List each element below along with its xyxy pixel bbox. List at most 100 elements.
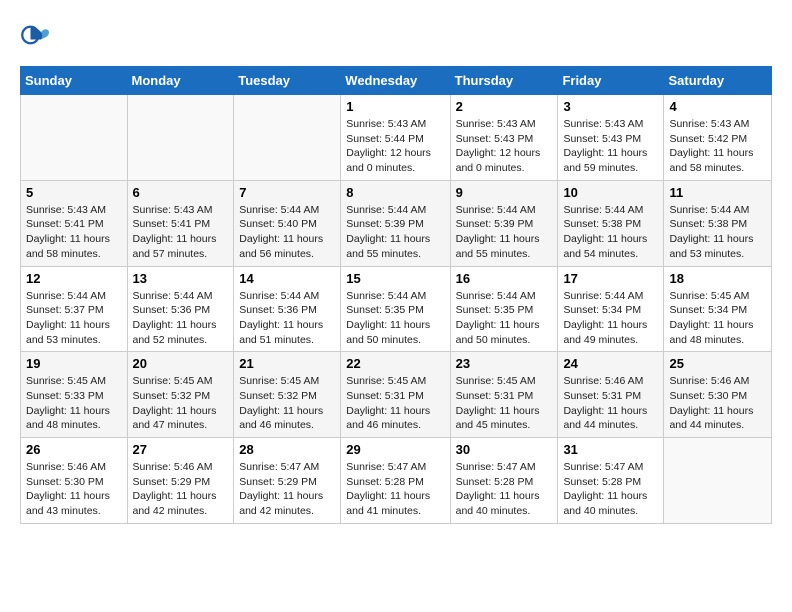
day-info: Sunrise: 5:44 AM Sunset: 5:37 PM Dayligh…	[26, 289, 122, 348]
day-info: Sunrise: 5:45 AM Sunset: 5:32 PM Dayligh…	[133, 374, 229, 433]
calendar-cell: 9 Sunrise: 5:44 AM Sunset: 5:39 PM Daylig…	[450, 180, 558, 266]
calendar-cell: 30Sunrise: 5:47 AM Sunset: 5:28 PM Dayli…	[450, 438, 558, 524]
day-header-saturday: Saturday	[664, 67, 772, 95]
calendar-cell: 18 Sunrise: 5:45 AM Sunset: 5:34 PM Dayli…	[664, 266, 772, 352]
day-number: 12	[26, 271, 122, 286]
day-number: 16	[456, 271, 553, 286]
day-number: 8	[346, 185, 444, 200]
calendar-week-row: 19Sunrise: 5:45 AM Sunset: 5:33 PM Dayli…	[21, 352, 772, 438]
day-number: 22	[346, 356, 444, 371]
day-number: 5	[26, 185, 122, 200]
day-info: Sunrise: 5:47 AM Sunset: 5:29 PM Dayligh…	[239, 460, 335, 519]
day-number: 25	[669, 356, 766, 371]
calendar-cell: 26 Sunrise: 5:46 AM Sunset: 5:30 PM Dayli…	[21, 438, 128, 524]
day-number: 9	[456, 185, 553, 200]
day-info: Sunrise: 5:44 AM Sunset: 5:36 PM Dayligh…	[133, 289, 229, 348]
day-number: 26	[26, 442, 122, 457]
calendar-cell: 10Sunrise: 5:44 AM Sunset: 5:38 PM Dayli…	[558, 180, 664, 266]
calendar-week-row: 12 Sunrise: 5:44 AM Sunset: 5:37 PM Dayli…	[21, 266, 772, 352]
calendar-cell: 19Sunrise: 5:45 AM Sunset: 5:33 PM Dayli…	[21, 352, 128, 438]
calendar-cell: 15 Sunrise: 5:44 AM Sunset: 5:35 PM Dayli…	[341, 266, 450, 352]
day-number: 3	[563, 99, 658, 114]
calendar-cell	[664, 438, 772, 524]
calendar-cell: 6 Sunrise: 5:43 AM Sunset: 5:41 PM Daylig…	[127, 180, 234, 266]
calendar-week-row: 1 Sunrise: 5:43 AM Sunset: 5:44 PM Daylig…	[21, 95, 772, 181]
day-header-wednesday: Wednesday	[341, 67, 450, 95]
day-info: Sunrise: 5:43 AM Sunset: 5:41 PM Dayligh…	[133, 203, 229, 262]
day-info: Sunrise: 5:45 AM Sunset: 5:31 PM Dayligh…	[346, 374, 444, 433]
day-info: Sunrise: 5:47 AM Sunset: 5:28 PM Dayligh…	[346, 460, 444, 519]
calendar-cell: 14 Sunrise: 5:44 AM Sunset: 5:36 PM Dayli…	[234, 266, 341, 352]
calendar-cell: 29 Sunrise: 5:47 AM Sunset: 5:28 PM Dayli…	[341, 438, 450, 524]
calendar-header-row: SundayMondayTuesdayWednesdayThursdayFrid…	[21, 67, 772, 95]
day-info: Sunrise: 5:44 AM Sunset: 5:39 PM Dayligh…	[346, 203, 444, 262]
day-info: Sunrise: 5:44 AM Sunset: 5:34 PM Dayligh…	[563, 289, 658, 348]
calendar-cell	[234, 95, 341, 181]
calendar-table: SundayMondayTuesdayWednesdayThursdayFrid…	[20, 66, 772, 524]
calendar-cell: 13 Sunrise: 5:44 AM Sunset: 5:36 PM Dayli…	[127, 266, 234, 352]
day-info: Sunrise: 5:44 AM Sunset: 5:36 PM Dayligh…	[239, 289, 335, 348]
day-number: 17	[563, 271, 658, 286]
day-info: Sunrise: 5:44 AM Sunset: 5:35 PM Dayligh…	[346, 289, 444, 348]
calendar-cell: 27 Sunrise: 5:46 AM Sunset: 5:29 PM Dayli…	[127, 438, 234, 524]
day-info: Sunrise: 5:44 AM Sunset: 5:35 PM Dayligh…	[456, 289, 553, 348]
day-header-thursday: Thursday	[450, 67, 558, 95]
day-number: 14	[239, 271, 335, 286]
day-info: Sunrise: 5:44 AM Sunset: 5:39 PM Dayligh…	[456, 203, 553, 262]
calendar-cell: 4Sunrise: 5:43 AM Sunset: 5:42 PM Daylig…	[664, 95, 772, 181]
day-number: 18	[669, 271, 766, 286]
day-number: 21	[239, 356, 335, 371]
day-number: 13	[133, 271, 229, 286]
day-number: 19	[26, 356, 122, 371]
day-number: 28	[239, 442, 335, 457]
day-number: 31	[563, 442, 658, 457]
calendar-cell: 31 Sunrise: 5:47 AM Sunset: 5:28 PM Dayli…	[558, 438, 664, 524]
day-number: 11	[669, 185, 766, 200]
day-number: 4	[669, 99, 766, 114]
day-info: Sunrise: 5:46 AM Sunset: 5:31 PM Dayligh…	[563, 374, 658, 433]
day-header-monday: Monday	[127, 67, 234, 95]
day-info: Sunrise: 5:43 AM Sunset: 5:41 PM Dayligh…	[26, 203, 122, 262]
calendar-cell: 24 Sunrise: 5:46 AM Sunset: 5:31 PM Dayli…	[558, 352, 664, 438]
calendar-cell: 17 Sunrise: 5:44 AM Sunset: 5:34 PM Dayli…	[558, 266, 664, 352]
day-number: 24	[563, 356, 658, 371]
day-header-tuesday: Tuesday	[234, 67, 341, 95]
day-info: Sunrise: 5:46 AM Sunset: 5:30 PM Dayligh…	[669, 374, 766, 433]
logo-icon	[20, 20, 50, 50]
day-info: Sunrise: 5:46 AM Sunset: 5:29 PM Dayligh…	[133, 460, 229, 519]
page-header	[20, 20, 772, 50]
day-number: 7	[239, 185, 335, 200]
calendar-cell	[21, 95, 128, 181]
calendar-week-row: 26 Sunrise: 5:46 AM Sunset: 5:30 PM Dayli…	[21, 438, 772, 524]
calendar-cell: 3Sunrise: 5:43 AM Sunset: 5:43 PM Daylig…	[558, 95, 664, 181]
calendar-cell: 23 Sunrise: 5:45 AM Sunset: 5:31 PM Dayli…	[450, 352, 558, 438]
day-info: Sunrise: 5:45 AM Sunset: 5:34 PM Dayligh…	[669, 289, 766, 348]
calendar-cell: 28 Sunrise: 5:47 AM Sunset: 5:29 PM Dayli…	[234, 438, 341, 524]
day-header-sunday: Sunday	[21, 67, 128, 95]
calendar-cell: 12 Sunrise: 5:44 AM Sunset: 5:37 PM Dayli…	[21, 266, 128, 352]
day-number: 29	[346, 442, 444, 457]
calendar-cell: 5 Sunrise: 5:43 AM Sunset: 5:41 PM Daylig…	[21, 180, 128, 266]
day-info: Sunrise: 5:47 AM Sunset: 5:28 PM Dayligh…	[563, 460, 658, 519]
calendar-cell: 21 Sunrise: 5:45 AM Sunset: 5:32 PM Dayli…	[234, 352, 341, 438]
day-number: 20	[133, 356, 229, 371]
day-number: 10	[563, 185, 658, 200]
calendar-cell: 16 Sunrise: 5:44 AM Sunset: 5:35 PM Dayli…	[450, 266, 558, 352]
calendar-cell: 11Sunrise: 5:44 AM Sunset: 5:38 PM Dayli…	[664, 180, 772, 266]
day-number: 2	[456, 99, 553, 114]
calendar-cell	[127, 95, 234, 181]
day-info: Sunrise: 5:46 AM Sunset: 5:30 PM Dayligh…	[26, 460, 122, 519]
day-number: 27	[133, 442, 229, 457]
day-number: 15	[346, 271, 444, 286]
calendar-cell: 22 Sunrise: 5:45 AM Sunset: 5:31 PM Dayli…	[341, 352, 450, 438]
day-info: Sunrise: 5:45 AM Sunset: 5:31 PM Dayligh…	[456, 374, 553, 433]
day-info: Sunrise: 5:45 AM Sunset: 5:32 PM Dayligh…	[239, 374, 335, 433]
calendar-cell: 7 Sunrise: 5:44 AM Sunset: 5:40 PM Daylig…	[234, 180, 341, 266]
day-info: Sunrise: 5:44 AM Sunset: 5:40 PM Dayligh…	[239, 203, 335, 262]
day-number: 6	[133, 185, 229, 200]
day-info: Sunrise: 5:43 AM Sunset: 5:44 PM Dayligh…	[346, 117, 444, 176]
day-number: 1	[346, 99, 444, 114]
day-number: 23	[456, 356, 553, 371]
day-header-friday: Friday	[558, 67, 664, 95]
logo	[20, 20, 52, 50]
